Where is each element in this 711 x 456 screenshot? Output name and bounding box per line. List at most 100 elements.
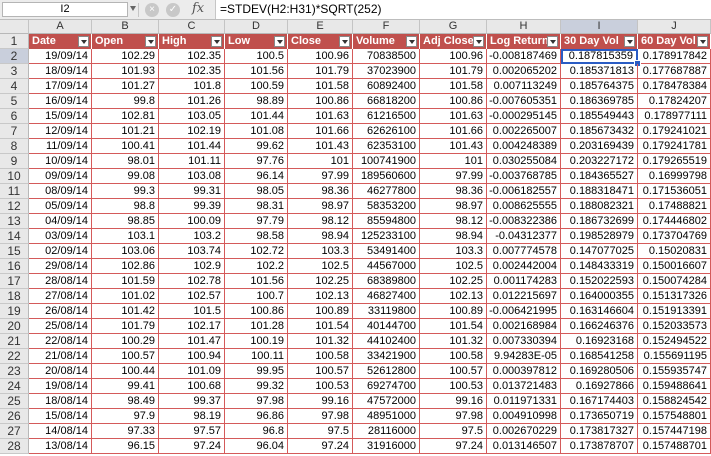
table-cell[interactable]: 21/08/14	[29, 349, 92, 364]
row-header[interactable]: 24	[0, 379, 29, 394]
table-cell[interactable]: 100.96	[420, 49, 487, 64]
table-cell[interactable]: 0.002670229	[487, 424, 561, 439]
table-cell[interactable]: 101.54	[288, 319, 353, 334]
table-cell[interactable]: 46827400	[353, 289, 420, 304]
table-cell[interactable]: 102.81	[92, 109, 159, 124]
table-cell[interactable]: 0.155691195	[638, 349, 711, 364]
table-cell[interactable]: 69274700	[353, 379, 420, 394]
filter-dropdown-icon[interactable]	[211, 36, 222, 47]
table-cell[interactable]: 97.5	[288, 424, 353, 439]
table-cell[interactable]: 99.16	[420, 394, 487, 409]
table-cell[interactable]: 100.86	[288, 94, 353, 109]
table-cell[interactable]: 101.43	[420, 139, 487, 154]
table-cell[interactable]: 0.004910998	[487, 409, 561, 424]
table-cell[interactable]: 0.17824207	[638, 94, 711, 109]
column-title-volume[interactable]: Volume	[353, 34, 420, 49]
table-cell[interactable]: 97.33	[92, 424, 159, 439]
table-cell[interactable]: 98.97	[420, 199, 487, 214]
table-cell[interactable]: 0.173878707	[561, 439, 638, 454]
table-cell[interactable]: 0.151317326	[638, 289, 711, 304]
table-cell[interactable]: 98.97	[288, 199, 353, 214]
table-cell[interactable]: 98.19	[159, 409, 225, 424]
name-box-dropdown-icon[interactable]	[130, 6, 136, 11]
table-cell[interactable]: 99.08	[92, 169, 159, 184]
table-cell[interactable]: 99.37	[159, 394, 225, 409]
table-cell[interactable]: 0.174446802	[638, 214, 711, 229]
table-cell[interactable]: 103.1	[92, 229, 159, 244]
table-cell[interactable]: 0.157548801	[638, 409, 711, 424]
table-cell[interactable]: 0.152494522	[638, 334, 711, 349]
row-header[interactable]: 13	[0, 214, 29, 229]
formula-input[interactable]: =STDEV(H2:H31)*SQRT(252)	[215, 0, 711, 19]
active-cell[interactable]: 0.187815359	[561, 49, 638, 64]
table-cell[interactable]: 04/09/14	[29, 214, 92, 229]
table-cell[interactable]: 0.178917842	[638, 49, 711, 64]
table-cell[interactable]: 19/09/14	[29, 49, 92, 64]
row-header[interactable]: 16	[0, 259, 29, 274]
table-cell[interactable]: 189560600	[353, 169, 420, 184]
table-cell[interactable]: 100.57	[92, 349, 159, 364]
table-cell[interactable]: 101.11	[159, 154, 225, 169]
table-cell[interactable]: 100.41	[92, 139, 159, 154]
table-cell[interactable]: 99.62	[225, 139, 288, 154]
table-cell[interactable]: 0.007774578	[487, 244, 561, 259]
table-cell[interactable]: 102.29	[92, 49, 159, 64]
column-header-i[interactable]: I	[561, 20, 638, 34]
table-cell[interactable]: 40144700	[353, 319, 420, 334]
table-cell[interactable]: 62626100	[353, 124, 420, 139]
table-cell[interactable]: 101.56	[225, 274, 288, 289]
table-cell[interactable]: 28/08/14	[29, 274, 92, 289]
table-cell[interactable]: 102.25	[288, 274, 353, 289]
row-header[interactable]: 18	[0, 289, 29, 304]
table-cell[interactable]: 101.32	[420, 334, 487, 349]
table-cell[interactable]: 62353100	[353, 139, 420, 154]
table-cell[interactable]: 97.99	[420, 169, 487, 184]
table-cell[interactable]: 0.15020831	[638, 244, 711, 259]
table-cell[interactable]: 0.002065202	[487, 64, 561, 79]
table-cell[interactable]: 102.5	[420, 259, 487, 274]
table-cell[interactable]: 99.39	[159, 199, 225, 214]
table-cell[interactable]: 100.09	[159, 214, 225, 229]
confirm-icon[interactable]: ✓	[166, 3, 180, 17]
table-cell[interactable]: 0.188318471	[561, 184, 638, 199]
table-cell[interactable]: 98.49	[92, 394, 159, 409]
row-header[interactable]: 2	[0, 49, 29, 64]
table-cell[interactable]: 102.13	[420, 289, 487, 304]
table-cell[interactable]: 97.76	[225, 154, 288, 169]
column-header-f[interactable]: F	[353, 20, 420, 34]
row-header[interactable]: 23	[0, 364, 29, 379]
table-cell[interactable]: -0.04312377	[487, 229, 561, 244]
column-title-date[interactable]: Date	[29, 34, 92, 49]
filter-dropdown-icon[interactable]	[624, 36, 635, 47]
table-cell[interactable]: 29/08/14	[29, 259, 92, 274]
table-cell[interactable]: 0.185673432	[561, 124, 638, 139]
row-header[interactable]: 11	[0, 184, 29, 199]
table-cell[interactable]: 0.173704769	[638, 229, 711, 244]
table-cell[interactable]: 101	[288, 154, 353, 169]
table-cell[interactable]: 16/09/14	[29, 94, 92, 109]
filter-dropdown-icon[interactable]	[78, 36, 89, 47]
table-cell[interactable]: 100.86	[225, 304, 288, 319]
table-cell[interactable]: 97.24	[420, 439, 487, 454]
table-cell[interactable]: 0.002265007	[487, 124, 561, 139]
table-cell[interactable]: 125233100	[353, 229, 420, 244]
table-cell[interactable]: 101.63	[420, 109, 487, 124]
table-cell[interactable]: 52612800	[353, 364, 420, 379]
column-header-h[interactable]: H	[487, 20, 561, 34]
table-cell[interactable]: 0.157488701	[638, 439, 711, 454]
table-cell[interactable]: 15/09/14	[29, 109, 92, 124]
table-cell[interactable]: 101.44	[159, 139, 225, 154]
table-cell[interactable]: 102.25	[420, 274, 487, 289]
table-cell[interactable]: 96.04	[225, 439, 288, 454]
table-cell[interactable]: 101.21	[92, 124, 159, 139]
table-cell[interactable]: 97.9	[92, 409, 159, 424]
table-cell[interactable]: 98.05	[225, 184, 288, 199]
row-header[interactable]: 1	[0, 34, 29, 49]
table-cell[interactable]: 0.004248389	[487, 139, 561, 154]
column-title-adj-close[interactable]: Adj Close	[420, 34, 487, 49]
row-header[interactable]: 5	[0, 94, 29, 109]
table-cell[interactable]: 13/08/14	[29, 439, 92, 454]
filter-dropdown-icon[interactable]	[339, 36, 350, 47]
table-cell[interactable]: 100.89	[288, 304, 353, 319]
table-cell[interactable]: 37023900	[353, 64, 420, 79]
